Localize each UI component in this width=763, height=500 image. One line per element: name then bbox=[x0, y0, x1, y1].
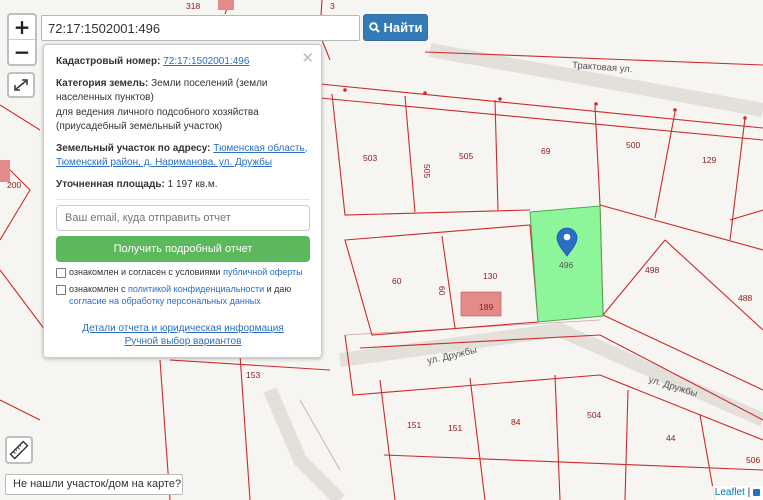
privacy-consent-row: ознакомлен с политикой конфиденциальност… bbox=[56, 283, 310, 308]
cadastral-search-input[interactable] bbox=[41, 15, 360, 41]
cadastral-number-link[interactable]: 72:17:1502001:496 bbox=[163, 56, 249, 67]
selected-parcel-label: 496 bbox=[559, 260, 573, 270]
offer-consent-text: ознакомлен и согласен с условиями публич… bbox=[69, 267, 303, 277]
parcel-label: 3 bbox=[330, 1, 335, 11]
area-row: Уточненная площадь: 1 197 кв.м. bbox=[56, 178, 310, 193]
parcel-label: 500 bbox=[626, 140, 640, 150]
parcel-info-popup: ✕ Кадастровый номер: 72:17:1502001:496 К… bbox=[43, 44, 322, 358]
expand-icon bbox=[14, 79, 28, 91]
parcel-label: 60 bbox=[437, 286, 447, 296]
address-row: Земельный участок по адресу: Тюменская о… bbox=[56, 142, 310, 171]
popup-footer-links: Детали отчета и юридическая информация Р… bbox=[56, 322, 310, 348]
parcel-label: 505 bbox=[459, 151, 473, 161]
address-label: Земельный участок по адресу: bbox=[56, 142, 211, 154]
land-category-label: Категория земель: bbox=[56, 77, 149, 89]
parcel-label: 153 bbox=[246, 370, 260, 380]
parcel-label: 44 bbox=[666, 433, 676, 443]
divider bbox=[56, 199, 310, 200]
parcel-label: 189 bbox=[479, 302, 493, 312]
parcel-label: 506 bbox=[746, 455, 760, 465]
zoom-in-button[interactable]: + bbox=[9, 15, 35, 39]
building-left bbox=[0, 160, 10, 182]
leaflet-link[interactable]: Leaflet bbox=[715, 487, 745, 498]
cadastral-number-row: Кадастровый номер: 72:17:1502001:496 bbox=[56, 55, 310, 70]
land-category-row: Категория земель: Земли поселений (земли… bbox=[56, 77, 310, 135]
privacy-policy-link[interactable]: политикой конфиденциальности bbox=[128, 284, 264, 294]
parcel-label: 498 bbox=[645, 265, 659, 275]
attribution-logo-icon bbox=[753, 488, 760, 496]
offer-consent-row: ознакомлен и согласен с условиями публич… bbox=[56, 266, 310, 279]
search-button[interactable]: Найти bbox=[363, 14, 428, 41]
personal-data-consent-link[interactable]: согласие на обработку персональных данны… bbox=[69, 296, 261, 306]
area-label: Уточненная площадь: bbox=[56, 178, 165, 190]
email-input[interactable] bbox=[56, 205, 310, 231]
public-offer-link[interactable]: публичной оферты bbox=[223, 267, 303, 277]
report-details-link[interactable]: Детали отчета и юридическая информация bbox=[56, 322, 310, 335]
not-found-button[interactable]: Не нашли участок/дом на карте? bbox=[5, 474, 183, 495]
zoom-control: + − bbox=[7, 13, 37, 66]
land-purpose: для ведения личного подсобного хозяйства… bbox=[56, 106, 259, 133]
parcel-label: 151 bbox=[407, 420, 421, 430]
parcel-label: 505 bbox=[422, 164, 432, 178]
offer-consent-checkbox[interactable] bbox=[56, 268, 66, 278]
measure-tool-button[interactable] bbox=[5, 436, 33, 464]
parcel-label: 504 bbox=[587, 410, 601, 420]
parcel-label: 60 bbox=[392, 276, 402, 286]
parcel-label: 84 bbox=[511, 417, 521, 427]
building-top bbox=[218, 0, 234, 10]
parcel-label: 69 bbox=[541, 146, 551, 156]
map-attribution: Leaflet | bbox=[711, 486, 763, 500]
get-report-button[interactable]: Получить подробный отчет bbox=[56, 236, 310, 262]
zoom-out-button[interactable]: − bbox=[9, 39, 35, 64]
manual-selection-link[interactable]: Ручной выбор вариантов bbox=[56, 335, 310, 348]
privacy-consent-checkbox[interactable] bbox=[56, 284, 66, 295]
parcel-label: 129 bbox=[702, 155, 716, 165]
parcel-label: 488 bbox=[738, 293, 752, 303]
search-icon bbox=[368, 22, 380, 33]
close-icon[interactable]: ✕ bbox=[301, 49, 314, 67]
privacy-consent-text: ознакомлен с политикой конфиденциальност… bbox=[69, 283, 292, 307]
fullscreen-button[interactable] bbox=[7, 72, 35, 98]
area-value: 1 197 кв.м. bbox=[167, 178, 218, 190]
parcel-label: 151 bbox=[448, 423, 462, 433]
ruler-icon bbox=[9, 440, 29, 460]
parcel-label: 200 bbox=[7, 180, 21, 190]
cadastral-number-label: Кадастровый номер: bbox=[56, 56, 161, 67]
parcel-label: 130 bbox=[483, 271, 497, 281]
parcel-label: 318 bbox=[186, 1, 200, 11]
attribution-separator: | bbox=[747, 487, 751, 498]
search-button-label: Найти bbox=[383, 20, 423, 35]
parcel-label: 503 bbox=[363, 153, 377, 163]
